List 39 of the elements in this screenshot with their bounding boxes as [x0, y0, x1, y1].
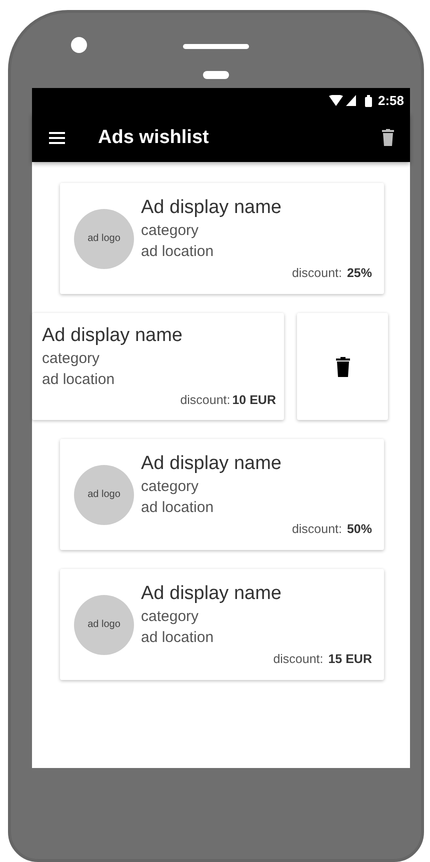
- ad-card[interactable]: ad logo Ad display name category ad location discount: 25%: [60, 183, 384, 294]
- ad-location: ad location: [141, 242, 215, 262]
- menu-icon[interactable]: [49, 132, 65, 144]
- battery-icon: [364, 94, 372, 106]
- wifi-icon: [328, 95, 343, 106]
- camera-dot: [71, 37, 87, 53]
- discount-value: 50%: [346, 522, 372, 536]
- discount-label: discount:: [292, 522, 342, 536]
- ad-category: category: [141, 477, 200, 497]
- ad-location: ad location: [141, 498, 215, 518]
- ad-location: ad location: [42, 370, 116, 390]
- discount-label: discount:: [273, 652, 324, 666]
- ad-name: Ad display name: [141, 196, 282, 220]
- discount-value: 25%: [346, 266, 372, 280]
- ad-card[interactable]: ad logo Ad display name category ad location discount: 15 EUR: [60, 569, 384, 680]
- status-time: 2:58: [378, 93, 404, 108]
- ad-logo: ad logo: [74, 594, 134, 654]
- ad-card[interactable]: ad logo Ad display name category ad location discount: 50%: [60, 439, 384, 550]
- discount-value: 10 EUR: [232, 393, 276, 407]
- discount-value: 15 EUR: [328, 652, 372, 666]
- ad-logo: ad logo: [74, 208, 134, 268]
- discount-label: discount:: [292, 266, 342, 280]
- trash-icon: [336, 356, 350, 376]
- speaker-grille: [183, 44, 249, 49]
- ad-name: Ad display name: [141, 452, 282, 476]
- ad-category: category: [141, 607, 200, 627]
- app-title: Ads wishlist: [98, 126, 210, 148]
- ad-card[interactable]: Ad display name category ad location discount: 10 EUR: [32, 313, 284, 420]
- signal-icon: [346, 95, 356, 106]
- ad-name: Ad display name: [141, 582, 282, 606]
- ad-name: Ad display name: [42, 324, 182, 348]
- ad-location: ad location: [141, 628, 215, 648]
- sensor-pill: [203, 71, 229, 79]
- trash-icon[interactable]: [382, 129, 394, 146]
- ad-logo: ad logo: [74, 464, 134, 524]
- ad-category: category: [141, 221, 200, 241]
- ad-category: category: [42, 349, 101, 369]
- delete-button[interactable]: [297, 313, 388, 420]
- discount-label: discount:: [180, 393, 230, 407]
